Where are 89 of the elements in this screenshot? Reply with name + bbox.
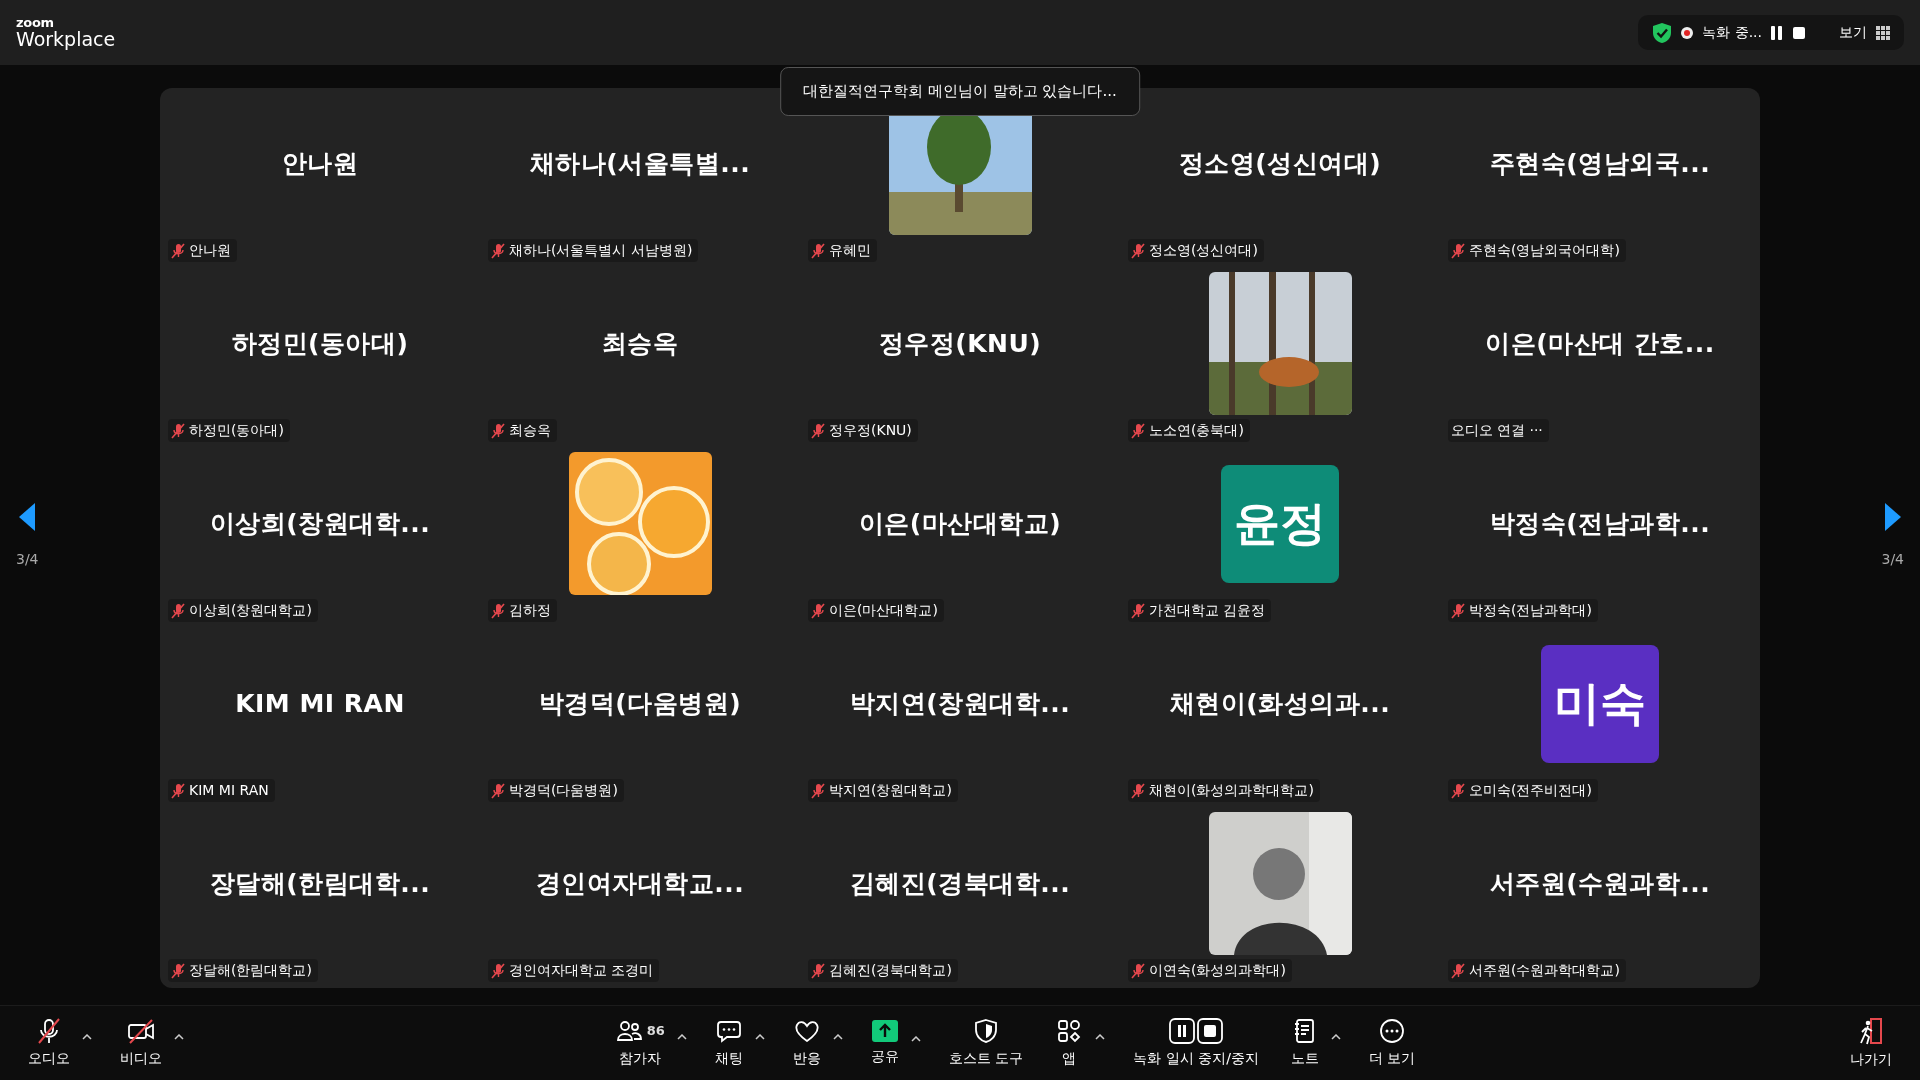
participant-label-text: 이은(마산대학교) — [829, 601, 938, 620]
toolbar-button[interactable]: 비디오 — [112, 1013, 170, 1073]
participant-label-text: 이상희(창원대학교) — [189, 601, 312, 620]
participant-label-text: 유혜민 — [829, 241, 871, 260]
toolbar-button[interactable]: 호스트 도구 — [940, 1013, 1032, 1073]
participant-label-text: 장달해(한림대학교) — [189, 961, 312, 980]
participant-name: 정소영(성신여대) — [1178, 147, 1382, 180]
leave-button[interactable]: 나가기 — [1842, 1012, 1900, 1074]
participant-name: 최승옥 — [601, 327, 679, 360]
speaker-notice: 대한질적연구학회 메인님이 말하고 있습니다... — [780, 67, 1140, 116]
toolbar-button[interactable]: 더 보기 — [1360, 1013, 1424, 1073]
participant-label-text: 채현이(화성의과학대학교) — [1149, 781, 1314, 800]
participant-label-text: 박정숙(전남과학대) — [1469, 601, 1592, 620]
participant-name: 채하나(서울특별... — [529, 147, 751, 180]
caret-icon — [754, 1033, 765, 1040]
participant-label-text: 가천대학교 김윤정 — [1149, 601, 1266, 620]
grid-view-icon[interactable] — [1876, 25, 1890, 40]
pause-icon[interactable] — [1770, 24, 1784, 41]
page-indicator: 3/4 — [16, 549, 39, 569]
participant-name: KIM MI RAN — [235, 687, 405, 720]
participant-label-text: 채하나(서울특별시 서남병원) — [509, 241, 693, 260]
muted-mic-icon — [35, 1017, 63, 1045]
exit-door-icon — [1857, 1016, 1885, 1046]
participant-label-text: 김하정 — [509, 601, 551, 620]
recording-status: 녹화 중... — [1702, 23, 1762, 42]
participant-label-text: 박경덕(다움병원) — [509, 781, 618, 800]
participant-name: 하정민(동아대) — [231, 327, 409, 360]
toolbar-button[interactable]: 오디오 — [20, 1013, 78, 1073]
participant-name: 정우정(KNU) — [878, 327, 1042, 360]
caret-icon — [82, 1033, 92, 1040]
toolbar-button[interactable]: 채팅 — [706, 1013, 751, 1073]
toolbar-button[interactable]: 반응 — [784, 1013, 829, 1073]
record-dot-icon — [1680, 25, 1695, 40]
participant-label-text: 정우정(KNU) — [829, 421, 912, 440]
caret-icon — [832, 1033, 843, 1040]
toolbar-button[interactable]: 녹화 일시 중지/중지 — [1125, 1013, 1267, 1073]
caret-icon — [676, 1033, 687, 1040]
participant-label-text: 박지연(창원대학교) — [829, 781, 952, 800]
camera-off-icon — [126, 1017, 156, 1045]
app-name: Workplace — [16, 28, 116, 50]
participant-label-text: 오디오 연결 — [1451, 421, 1526, 440]
participant-label-text: 최승옥 — [509, 421, 551, 440]
shield-icon — [972, 1017, 1000, 1045]
participant-label-text: 안나원 — [189, 241, 231, 260]
toolbar-button[interactable]: 공유 — [862, 1015, 907, 1071]
participant-label-text: 오미숙(전주비전대) — [1469, 781, 1592, 800]
avatar-initials: 윤정 — [1221, 464, 1339, 583]
view-button[interactable]: 보기 — [1838, 21, 1868, 44]
toolbar-button[interactable]: 노트 — [1282, 1013, 1327, 1073]
caret-icon — [1330, 1033, 1341, 1040]
participant-name: 채현이(화성의과... — [1169, 687, 1391, 720]
participant-name: 장달해(한림대학... — [209, 867, 431, 900]
participant-label-text: 김혜진(경북대학교) — [829, 961, 952, 980]
caret-icon — [910, 1035, 921, 1042]
participant-label-text: 하정민(동아대) — [189, 421, 284, 440]
previous-page-arrow-icon[interactable] — [17, 500, 38, 533]
logo-text: zoom — [16, 15, 55, 29]
participant-name: 박지연(창원대학... — [849, 687, 1071, 720]
participant-label-text: 이연숙(화성의과학대) — [1149, 961, 1286, 980]
participant-name: 이은(마산대 간호... — [1485, 327, 1715, 360]
participant-label-text: 서주원(수원과학대학교) — [1469, 961, 1620, 980]
participant-name: 안나원 — [281, 147, 359, 180]
participant-name: 이상희(창원대학... — [209, 507, 431, 540]
more-icon — [1378, 1017, 1407, 1045]
share-screen-icon — [870, 1019, 899, 1043]
participant-name: 박경덕(다움병원) — [538, 687, 742, 720]
participant-name: 서주원(수원과학... — [1489, 867, 1711, 900]
avatar-initials: 미숙 — [1541, 644, 1659, 763]
toolbar-button[interactable]: 앱 — [1047, 1013, 1092, 1073]
participant-name: 김혜진(경북대학... — [849, 867, 1071, 900]
participant-name: 박정숙(전남과학... — [1489, 507, 1711, 540]
participant-count: 86 — [646, 1022, 665, 1041]
participant-label-text: 노소연(충북대) — [1149, 421, 1244, 440]
caret-icon — [1095, 1033, 1106, 1040]
caret-icon — [174, 1033, 184, 1040]
pause-stop-icon — [1169, 1017, 1224, 1045]
participant-name: 경인여자대학교... — [535, 867, 745, 900]
participant-label-text: 정소영(성신여대) — [1149, 241, 1258, 260]
participant-name: 주현숙(영남외국... — [1489, 147, 1711, 180]
stop-icon[interactable] — [1792, 25, 1806, 40]
participant-label-text: 경인여자대학교 조경미 — [509, 961, 654, 980]
next-page-arrow-icon[interactable] — [1882, 500, 1903, 533]
shield-check-icon — [1652, 21, 1673, 44]
page-indicator: 3/4 — [1881, 549, 1904, 569]
participant-name: 이은(마산대학교) — [858, 507, 1062, 540]
toolbar-button[interactable]: 86 참가자 — [606, 1013, 673, 1073]
connecting-dots: ··· — [1529, 421, 1543, 440]
participant-label-text: KIM MI RAN — [189, 781, 269, 800]
participant-label-text: 주현숙(영남외국어대학) — [1469, 241, 1620, 260]
